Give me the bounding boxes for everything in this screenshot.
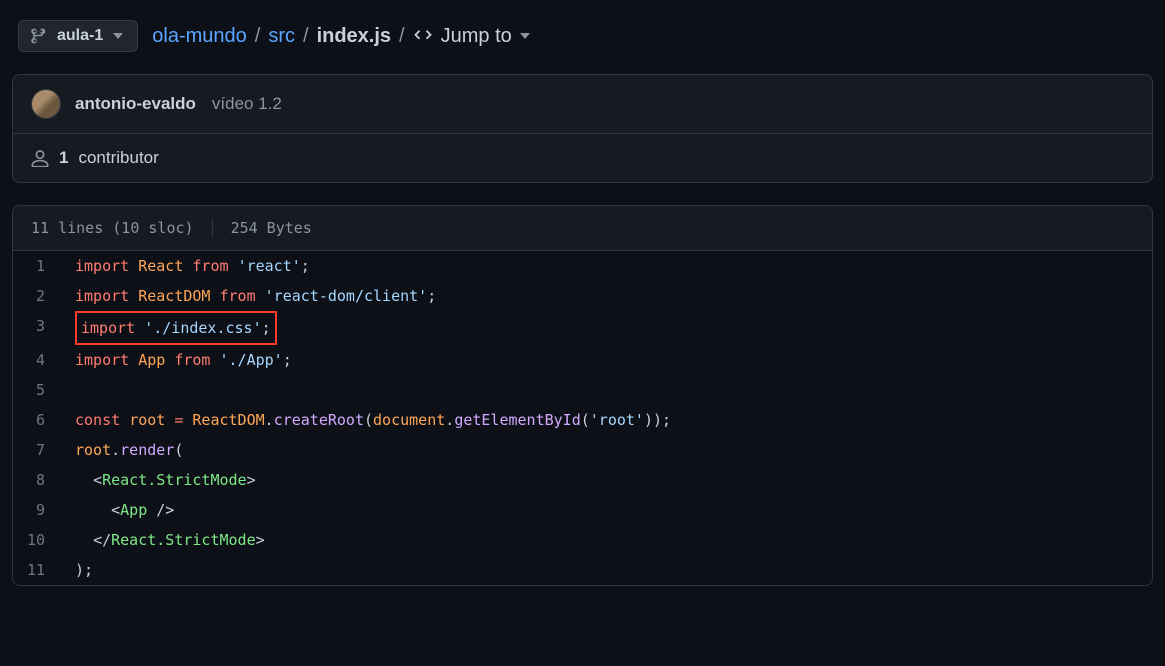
breadcrumb-sep: / xyxy=(253,25,263,48)
commit-message[interactable]: vídeo 1.2 xyxy=(212,94,282,114)
contributors-count: 1 xyxy=(59,148,68,168)
line-number[interactable]: 2 xyxy=(13,281,63,311)
caret-down-icon xyxy=(113,33,123,39)
breadcrumb: ola-mundo / src / index.js / Jump to xyxy=(152,25,530,48)
code-line: 8 <React.StrictMode> xyxy=(13,465,1152,495)
line-number[interactable]: 5 xyxy=(13,375,63,405)
line-number[interactable]: 8 xyxy=(13,465,63,495)
line-number[interactable]: 4 xyxy=(13,345,63,375)
code-line: 10 </React.StrictMode> xyxy=(13,525,1152,555)
file-bytes: 254 Bytes xyxy=(231,219,312,237)
highlight-box: import './index.css'; xyxy=(75,311,277,345)
commit-header: antonio-evaldo vídeo 1.2 xyxy=(13,75,1152,133)
contributors-row[interactable]: 1 contributor xyxy=(13,133,1152,182)
branch-selector-button[interactable]: aula-1 xyxy=(18,20,138,52)
code-line: 5 xyxy=(13,375,1152,405)
line-code[interactable]: import './index.css'; xyxy=(63,311,1152,345)
code-icon xyxy=(413,26,433,46)
git-branch-icon xyxy=(31,28,47,44)
branch-name: aula-1 xyxy=(57,27,103,45)
avatar[interactable] xyxy=(31,89,61,119)
code-line: 9 <App /> xyxy=(13,495,1152,525)
line-code[interactable]: const root = ReactDOM.createRoot(documen… xyxy=(63,405,1152,435)
line-code[interactable]: <React.StrictMode> xyxy=(63,465,1152,495)
line-code[interactable]: root.render( xyxy=(63,435,1152,465)
jump-to-button[interactable]: Jump to xyxy=(413,25,530,48)
breadcrumb-row: aula-1 ola-mundo / src / index.js / Jump… xyxy=(0,0,1165,74)
code-line: 3 import './index.css'; xyxy=(13,311,1152,345)
line-number[interactable]: 9 xyxy=(13,495,63,525)
code-table: 1import React from 'react';2import React… xyxy=(13,251,1152,585)
divider xyxy=(212,218,213,238)
code-line: 11); xyxy=(13,555,1152,585)
breadcrumb-file: index.js xyxy=(317,25,391,48)
breadcrumb-repo[interactable]: ola-mundo xyxy=(152,25,247,48)
people-icon xyxy=(31,149,49,167)
line-code[interactable]: <App /> xyxy=(63,495,1152,525)
caret-down-icon xyxy=(520,33,530,39)
file-box: 11 lines (10 sloc) 254 Bytes 1import Rea… xyxy=(12,205,1153,586)
breadcrumb-sep: / xyxy=(397,25,407,48)
line-code[interactable]: import ReactDOM from 'react-dom/client'; xyxy=(63,281,1152,311)
breadcrumb-sep: / xyxy=(301,25,311,48)
line-code[interactable]: ); xyxy=(63,555,1152,585)
line-code[interactable] xyxy=(63,375,1152,405)
line-number[interactable]: 11 xyxy=(13,555,63,585)
code-line: 6const root = ReactDOM.createRoot(docume… xyxy=(13,405,1152,435)
file-lines-sloc: 11 lines (10 sloc) xyxy=(31,219,194,237)
commit-author[interactable]: antonio-evaldo xyxy=(75,94,196,114)
line-code[interactable]: import React from 'react'; xyxy=(63,251,1152,281)
line-code[interactable]: import App from './App'; xyxy=(63,345,1152,375)
line-number[interactable]: 6 xyxy=(13,405,63,435)
code-line: 7root.render( xyxy=(13,435,1152,465)
code-line: 4import App from './App'; xyxy=(13,345,1152,375)
jump-to-label: Jump to xyxy=(441,25,512,48)
commit-box: antonio-evaldo vídeo 1.2 1 contributor xyxy=(12,74,1153,183)
contributors-label: contributor xyxy=(78,148,158,168)
code-line: 2import ReactDOM from 'react-dom/client'… xyxy=(13,281,1152,311)
line-number[interactable]: 7 xyxy=(13,435,63,465)
file-header: 11 lines (10 sloc) 254 Bytes xyxy=(13,206,1152,251)
line-number[interactable]: 3 xyxy=(13,311,63,345)
line-number[interactable]: 1 xyxy=(13,251,63,281)
line-code[interactable]: </React.StrictMode> xyxy=(63,525,1152,555)
code-line: 1import React from 'react'; xyxy=(13,251,1152,281)
line-number[interactable]: 10 xyxy=(13,525,63,555)
breadcrumb-folder[interactable]: src xyxy=(268,25,295,48)
